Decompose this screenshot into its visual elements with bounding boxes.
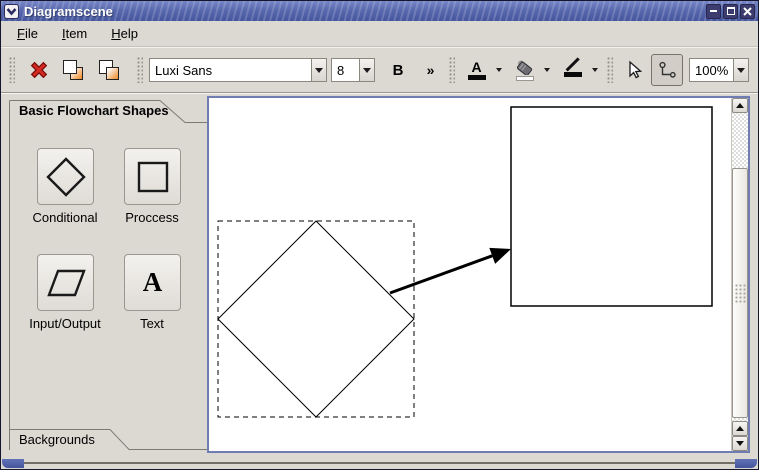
fill-color-group <box>509 54 553 86</box>
font-size-dropdown[interactable] <box>359 59 374 81</box>
paint-bucket-icon <box>516 60 532 75</box>
chevron-down-icon <box>363 67 371 73</box>
chevron-down-icon <box>591 68 598 72</box>
close-icon <box>743 6 752 16</box>
minimize-icon <box>710 10 717 12</box>
conditional-item[interactable] <box>217 220 415 418</box>
chevron-down-icon <box>543 68 550 72</box>
input-output-shape-button[interactable] <box>37 254 94 311</box>
toolbox-tab-backgrounds[interactable]: Backgrounds <box>19 432 95 447</box>
square-shape-icon <box>137 161 168 192</box>
line-connector-tool-button[interactable] <box>651 54 683 86</box>
thumb-grip-icon <box>734 283 746 303</box>
fill-color-dropdown[interactable] <box>540 54 553 86</box>
text-color-dropdown[interactable] <box>492 54 505 86</box>
letter-a-icon: A <box>142 267 163 297</box>
arrow-head[interactable] <box>489 247 511 264</box>
shape-label-process: Proccess <box>125 210 179 225</box>
text-color-button[interactable]: A <box>461 54 492 86</box>
font-combo[interactable]: Luxi Sans <box>149 58 327 82</box>
titlebar: Diagramscene <box>1 1 758 21</box>
fill-color-swatch <box>515 75 534 81</box>
zoom-dropdown[interactable] <box>733 59 748 81</box>
chevron-down-icon <box>6 7 17 15</box>
font-size-combo[interactable]: 8 <box>331 58 375 82</box>
delete-button[interactable] <box>25 54 53 86</box>
scrollbar-thumb[interactable] <box>732 168 748 418</box>
menubar: File Item Help <box>1 21 758 47</box>
window-title: Diagramscene <box>24 3 113 19</box>
arrow-up-icon <box>736 103 744 108</box>
app-window: Diagramscene File Item Help Luxi Sans 8 … <box>0 0 759 470</box>
arrow-shaft[interactable] <box>389 254 493 295</box>
zoom-combo[interactable]: 100% <box>689 58 749 82</box>
menu-item[interactable]: Item <box>59 24 90 43</box>
text-color-letter-icon: A <box>471 59 482 75</box>
close-button[interactable] <box>740 3 755 19</box>
graphics-view <box>207 96 750 453</box>
toolbar-overflow-button[interactable]: » <box>421 54 441 86</box>
chevron-down-icon <box>737 67 745 73</box>
delete-x-icon <box>30 61 48 79</box>
font-size-value[interactable]: 8 <box>332 59 359 81</box>
send-to-back-button[interactable] <box>95 54 123 86</box>
resize-corner-right[interactable] <box>735 459 757 468</box>
maximize-icon <box>726 7 735 15</box>
bold-icon: B <box>392 61 404 79</box>
text-shape-button[interactable]: A <box>124 254 181 311</box>
toolbar-handle[interactable] <box>607 57 613 83</box>
menu-help[interactable]: Help <box>108 24 141 43</box>
connector-line-icon <box>659 61 676 78</box>
line-color-button[interactable] <box>557 54 588 86</box>
toolbar-handle[interactable] <box>137 57 143 83</box>
process-item[interactable] <box>510 106 713 307</box>
chevron-down-icon <box>495 68 502 72</box>
send-to-back-icon <box>98 59 120 81</box>
arrow-down-icon <box>736 441 744 446</box>
bring-to-front-button[interactable] <box>59 54 87 86</box>
zoom-value[interactable]: 100% <box>690 59 733 81</box>
font-combo-value[interactable]: Luxi Sans <box>150 59 311 81</box>
cursor-arrow-icon <box>629 60 643 79</box>
conditional-shape-button[interactable] <box>37 148 94 205</box>
shape-label-conditional: Conditional <box>32 210 98 225</box>
window-bottom-border <box>3 462 756 464</box>
overflow-chevrons-icon: » <box>426 62 436 78</box>
diagram-canvas[interactable] <box>209 98 731 451</box>
resize-corner-left[interactable] <box>2 459 24 468</box>
process-shape-button[interactable] <box>124 148 181 205</box>
text-color-group: A <box>461 54 505 86</box>
scroll-up-button[interactable] <box>732 98 748 113</box>
maximize-button[interactable] <box>723 3 738 19</box>
toolbox-tab-basic-flowchart-shapes[interactable]: Basic Flowchart Shapes <box>19 103 169 118</box>
chevron-down-icon <box>315 67 323 73</box>
line-color-swatch <box>563 71 582 77</box>
toolbar: Luxi Sans 8 B » A 100% <box>1 48 758 93</box>
toolbar-handle[interactable] <box>9 57 15 83</box>
arrow-up-icon <box>736 426 744 431</box>
shape-label-input-output: Input/Output <box>29 316 101 331</box>
bring-to-front-icon <box>62 59 84 81</box>
shape-label-text: Text <box>140 316 164 331</box>
diagonal-line-icon <box>565 57 580 72</box>
line-color-dropdown[interactable] <box>588 54 601 86</box>
diamond-shape-icon <box>45 156 86 197</box>
font-combo-dropdown[interactable] <box>311 59 326 81</box>
diagram-scene <box>217 106 713 418</box>
text-color-swatch <box>467 75 486 80</box>
menu-file[interactable]: File <box>14 24 41 43</box>
minimize-button[interactable] <box>706 3 721 19</box>
scroll-up-button-bottom[interactable] <box>732 421 748 436</box>
line-color-group <box>557 54 601 86</box>
bold-button[interactable]: B <box>385 54 411 86</box>
scroll-down-button[interactable] <box>732 436 748 451</box>
fill-color-button[interactable] <box>509 54 540 86</box>
parallelogram-shape-icon <box>46 269 86 296</box>
window-menu-icon[interactable] <box>4 3 19 19</box>
pointer-tool-button[interactable] <box>621 54 647 86</box>
toolbar-handle[interactable] <box>449 57 455 83</box>
vertical-scrollbar[interactable] <box>731 98 748 451</box>
